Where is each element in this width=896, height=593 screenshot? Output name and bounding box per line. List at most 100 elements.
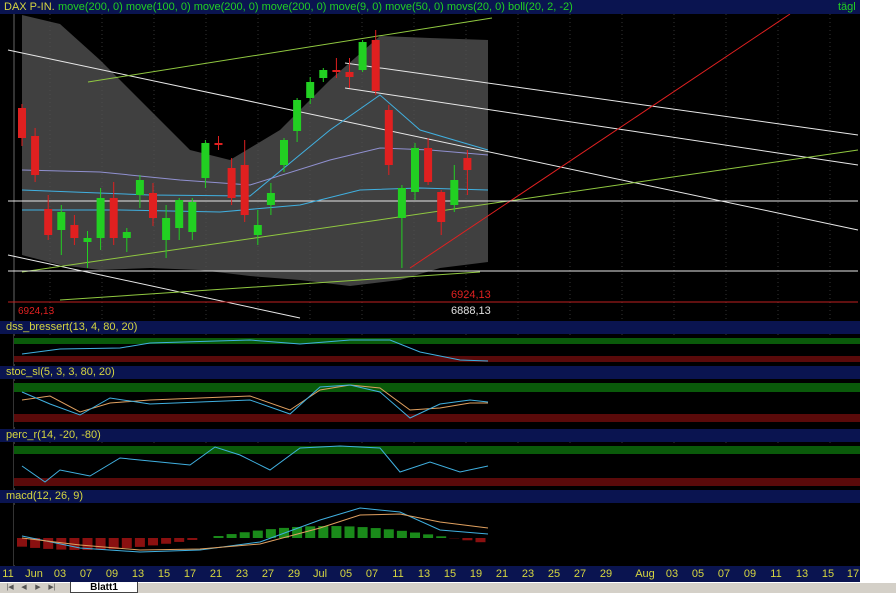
- pane-zone: [14, 356, 860, 362]
- macd-bar: [331, 526, 341, 538]
- candle-body: [44, 209, 52, 235]
- candle-body: [162, 218, 170, 240]
- candle-body: [450, 180, 458, 205]
- prev-sheet-icon[interactable]: ◀: [20, 584, 28, 591]
- candle-body: [463, 158, 471, 170]
- sheet-tab-blatt1[interactable]: Blatt1: [70, 582, 138, 593]
- candle-body: [97, 198, 105, 238]
- macd-bar: [17, 538, 27, 547]
- candle-body: [175, 200, 183, 228]
- macd-bar: [148, 538, 158, 545]
- date-tick: 23: [522, 568, 534, 580]
- pane-bg: [14, 505, 860, 565]
- period-label: tägl: [838, 1, 856, 14]
- date-tick: 17: [847, 568, 859, 580]
- candle-body: [70, 225, 78, 238]
- macd-bar: [410, 533, 420, 538]
- candle-body: [346, 72, 354, 77]
- candle-body: [136, 180, 144, 195]
- macd-bar: [227, 534, 237, 538]
- stoc-label: stoc_sl(5, 3, 3, 80, 20): [6, 366, 115, 379]
- candle-body: [319, 70, 327, 78]
- macd-bar: [135, 538, 145, 547]
- date-tick: 09: [106, 568, 118, 580]
- candle-body: [267, 193, 275, 205]
- date-tick: 07: [80, 568, 92, 580]
- date-tick: 29: [288, 568, 300, 580]
- price-label-white: 6888,13: [451, 305, 491, 318]
- candle-body: [31, 136, 39, 175]
- candle-body: [215, 143, 223, 145]
- candle-body: [306, 82, 314, 98]
- perc-pane-title: [0, 429, 860, 442]
- date-tick: 27: [574, 568, 586, 580]
- date-tick: 17: [184, 568, 196, 580]
- candle-body: [201, 143, 209, 178]
- macd-bar: [397, 531, 407, 538]
- candle-body: [280, 140, 288, 165]
- price-label-left: 6924,13: [18, 305, 54, 318]
- price-chart[interactable]: [0, 0, 860, 566]
- macd-bar: [122, 538, 132, 548]
- candle-body: [398, 188, 406, 218]
- candle-body: [84, 238, 92, 242]
- candle-body: [385, 110, 393, 165]
- date-tick: 13: [418, 568, 430, 580]
- date-tick: 07: [718, 568, 730, 580]
- last-sheet-icon[interactable]: ▶|: [48, 584, 56, 591]
- macd-bar: [43, 538, 53, 549]
- date-tick: 09: [744, 568, 756, 580]
- date-tick: 13: [132, 568, 144, 580]
- candle-body: [241, 165, 249, 215]
- candle-body: [332, 70, 340, 72]
- date-tick: 07: [366, 568, 378, 580]
- macd-bar: [240, 532, 250, 538]
- date-tick: 11: [2, 568, 13, 580]
- stoc-pane-title: [0, 366, 860, 379]
- candle-body: [254, 225, 262, 235]
- date-tick: 19: [470, 568, 482, 580]
- pane-zone: [14, 338, 860, 344]
- candle-body: [372, 40, 380, 91]
- date-tick: 27: [262, 568, 274, 580]
- macd-label: macd(12, 26, 9): [6, 490, 83, 503]
- date-tick: 23: [236, 568, 248, 580]
- macd-bar: [214, 536, 224, 538]
- macd-bar: [462, 538, 472, 540]
- date-tick: 11: [392, 568, 403, 580]
- date-tick: 05: [340, 568, 352, 580]
- next-sheet-icon[interactable]: ▶: [34, 584, 42, 591]
- macd-bar: [253, 531, 263, 538]
- candle-body: [149, 193, 157, 218]
- date-tick: 29: [600, 568, 612, 580]
- macd-bar: [371, 528, 381, 538]
- date-tick: 03: [54, 568, 66, 580]
- price-label-red: 6924,13: [451, 289, 491, 302]
- candle-body: [188, 202, 196, 232]
- macd-bar: [345, 526, 355, 538]
- date-tick: Aug: [635, 568, 655, 580]
- first-sheet-icon[interactable]: |◀: [6, 584, 14, 591]
- pane-zone: [14, 383, 860, 392]
- candle-body: [359, 42, 367, 70]
- candle-body: [293, 100, 301, 131]
- date-tick: 13: [796, 568, 808, 580]
- candle-body: [110, 198, 118, 238]
- macd-bar: [187, 538, 197, 540]
- candle-body: [18, 108, 26, 138]
- date-tick: 21: [496, 568, 508, 580]
- dss-label: dss_bressert(13, 4, 80, 20): [6, 321, 137, 334]
- date-tick: 05: [692, 568, 704, 580]
- perc-label: perc_r(14, -20, -80): [6, 429, 101, 442]
- candle-body: [424, 148, 432, 182]
- left-axis: [0, 14, 14, 566]
- date-tick: Jul: [313, 568, 327, 580]
- candle-body: [57, 212, 65, 230]
- date-tick: 03: [666, 568, 678, 580]
- symbol-label: DAX P-IN.: [4, 1, 55, 14]
- right-margin: [860, 0, 896, 582]
- macd-bar: [384, 529, 394, 538]
- candle-body: [411, 148, 419, 192]
- macd-bar: [423, 534, 433, 538]
- pane-zone: [14, 414, 860, 422]
